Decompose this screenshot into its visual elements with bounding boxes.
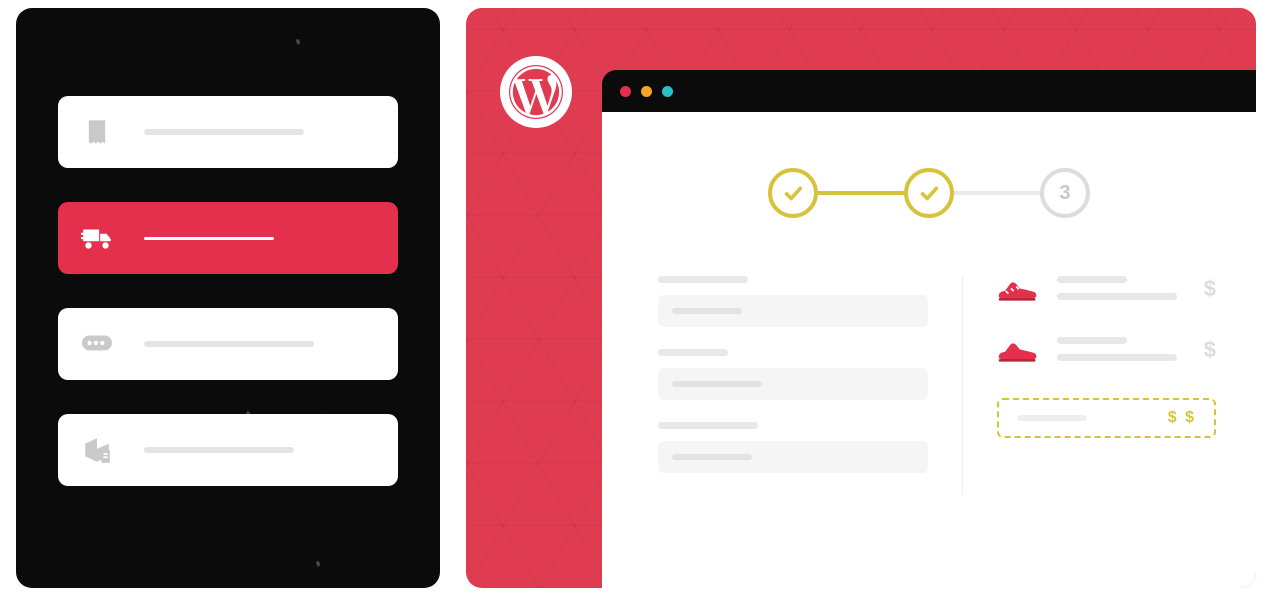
total-label-placeholder	[1017, 415, 1087, 421]
cart-total: $ $	[997, 398, 1216, 438]
sneaker-icon	[997, 337, 1039, 372]
checkout-page: 3	[602, 112, 1256, 588]
traffic-light-max[interactable]	[662, 86, 673, 97]
wordpress-icon	[509, 65, 563, 119]
checkout-form	[658, 276, 928, 495]
option-messages[interactable]	[58, 308, 398, 380]
package-icon	[80, 433, 114, 467]
option-label-placeholder	[144, 341, 314, 347]
option-label-placeholder	[144, 447, 294, 453]
option-label-placeholder	[144, 237, 274, 240]
item-title-placeholder	[1057, 276, 1127, 283]
checkout-stepper: 3	[602, 168, 1256, 218]
option-shipping[interactable]	[58, 202, 398, 274]
decor-hex	[76, 528, 186, 588]
message-icon	[80, 327, 114, 361]
truck-icon	[80, 221, 114, 255]
step-connector	[818, 191, 904, 195]
item-price: $	[1204, 337, 1216, 363]
step-number: 3	[1059, 182, 1070, 205]
browser-titlebar	[602, 70, 1256, 112]
cart-summary: $ $ $ $	[997, 276, 1216, 495]
receipt-icon	[80, 115, 114, 149]
text-input[interactable]	[658, 368, 928, 400]
item-sub-placeholder	[1057, 354, 1177, 361]
step-connector	[954, 191, 1040, 195]
column-divider	[962, 276, 963, 495]
text-input[interactable]	[658, 441, 928, 473]
preview-panel: 3	[466, 8, 1256, 588]
item-price: $	[1204, 276, 1216, 302]
check-icon	[782, 182, 804, 204]
field-label	[658, 422, 758, 429]
traffic-light-close[interactable]	[620, 86, 631, 97]
text-input[interactable]	[658, 295, 928, 327]
step-2[interactable]	[904, 168, 954, 218]
total-amount: $ $	[1168, 409, 1196, 427]
browser-window: 3	[602, 70, 1256, 588]
option-inventory[interactable]	[58, 414, 398, 486]
sneaker-icon	[997, 276, 1039, 311]
traffic-light-min[interactable]	[641, 86, 652, 97]
option-list-panel	[16, 8, 440, 588]
cart-item: $	[997, 337, 1216, 372]
field-label	[658, 349, 728, 356]
field-label	[658, 276, 748, 283]
step-3[interactable]: 3	[1040, 168, 1090, 218]
option-label-placeholder	[144, 129, 304, 135]
item-title-placeholder	[1057, 337, 1127, 344]
decor-hex	[316, 488, 440, 588]
wordpress-badge	[500, 56, 572, 128]
check-icon	[918, 182, 940, 204]
item-sub-placeholder	[1057, 293, 1177, 300]
option-receipt[interactable]	[58, 96, 398, 168]
step-1[interactable]	[768, 168, 818, 218]
cart-item: $	[997, 276, 1216, 311]
